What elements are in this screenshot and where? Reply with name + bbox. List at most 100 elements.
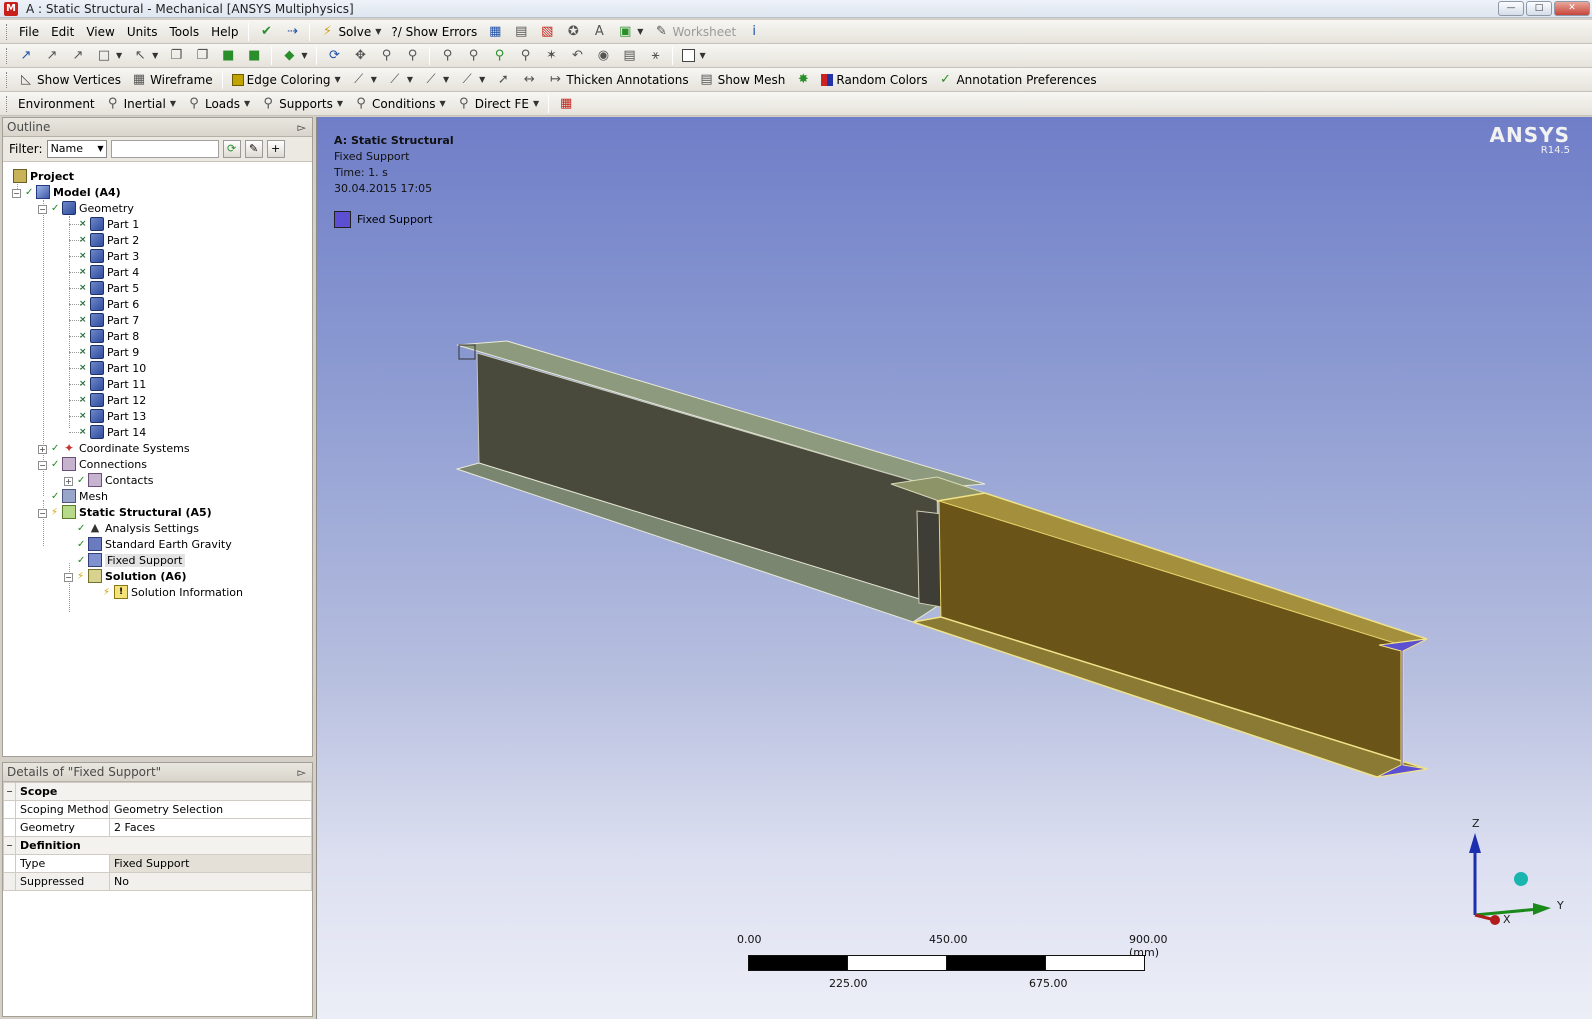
edge-style4-button[interactable]: ⟋ ▼	[454, 70, 490, 90]
pin-edge-button[interactable]: ➚	[490, 70, 516, 90]
menu-units[interactable]: Units	[121, 22, 164, 42]
thicken-annotations-button[interactable]: ↦ Thicken Annotations	[542, 70, 693, 90]
face-select-button[interactable]: ❐	[189, 46, 215, 66]
commands-button[interactable]: ▦	[553, 94, 579, 114]
tree-item-geometry[interactable]: ✓ Geometry	[51, 200, 134, 216]
i-beam-model[interactable]	[317, 117, 1592, 817]
info-button[interactable]: i	[741, 22, 767, 42]
worksheet-button[interactable]: ✎ Worksheet	[648, 22, 741, 42]
pin-icon[interactable]: ▻	[298, 118, 306, 137]
show-vertices-button[interactable]: ◺ Show Vertices	[13, 70, 126, 90]
thickness-button[interactable]: ↔	[516, 70, 542, 90]
edge-style2-button[interactable]: ⟋ ▼	[382, 70, 418, 90]
pointer-button[interactable]: ↖ ▼	[127, 46, 163, 66]
show-errors-button[interactable]: ?/ Show Errors	[386, 22, 482, 42]
expand-coordinate-systems[interactable]: +	[38, 445, 47, 454]
zoom-area-button[interactable]: ⚲	[460, 46, 486, 66]
maximize-button[interactable]: □	[1526, 1, 1552, 16]
tree-item-part-9[interactable]: × Part 9	[79, 344, 139, 360]
zoom-fit-button[interactable]: ⚲	[434, 46, 460, 66]
details-row-geometry[interactable]: Geometry 2 Faces	[3, 818, 312, 837]
expand-contacts[interactable]: +	[64, 477, 73, 486]
pan-button[interactable]: ✥	[347, 46, 373, 66]
edge-coloring-button[interactable]: Edge Coloring ▼	[227, 70, 346, 90]
collapse-icon[interactable]: −	[3, 836, 16, 855]
window-view-button[interactable]: ▤	[616, 46, 642, 66]
tree-item-part-4[interactable]: × Part 4	[79, 264, 139, 280]
collapse-model[interactable]: −	[12, 189, 21, 198]
pin-icon[interactable]: ▻	[298, 763, 306, 782]
report-icon-button[interactable]: ▦	[482, 22, 508, 42]
tree-item-part-5[interactable]: × Part 5	[79, 280, 139, 296]
tree-item-project[interactable]: Project	[13, 168, 74, 184]
tree-item-part-7[interactable]: × Part 7	[79, 312, 139, 328]
show-mesh-button[interactable]: ▤ Show Mesh	[694, 70, 791, 90]
clear-filter-button[interactable]: ✎	[244, 140, 263, 158]
image-icon-button[interactable]: ▣ ▼	[612, 22, 648, 42]
magnifier-button[interactable]: ⚲	[512, 46, 538, 66]
annotation-preferences-button[interactable]: ✓ Annotation Preferences	[932, 70, 1101, 90]
collapse-static-structural[interactable]: −	[38, 509, 47, 518]
menu-view[interactable]: View	[80, 22, 120, 42]
probe-icon-button[interactable]: ✪	[560, 22, 586, 42]
details-row-type[interactable]: Type Fixed Support	[3, 854, 312, 873]
tree-item-model[interactable]: ✓ Model (A4)	[25, 184, 121, 200]
tree-item-standard-earth-gravity[interactable]: ✓ Standard Earth Gravity	[77, 536, 232, 552]
menu-tools[interactable]: Tools	[164, 22, 206, 42]
solve-button[interactable]: ⚡ Solve ▼	[314, 22, 386, 42]
tree-item-part-2[interactable]: × Part 2	[79, 232, 139, 248]
tree-item-part-12[interactable]: × Part 12	[79, 392, 146, 408]
green-cube2-button[interactable]: ■	[241, 46, 267, 66]
menu-edit[interactable]: Edit	[45, 22, 80, 42]
menu-file[interactable]: File	[13, 22, 45, 42]
zoom-green-button[interactable]: ⚲	[486, 46, 512, 66]
tree-item-fixed-support[interactable]: ✓ Fixed Support	[77, 552, 185, 568]
axis-triad[interactable]: Z Y X	[1447, 817, 1567, 957]
conditions-button[interactable]: ⚲ Conditions ▼	[348, 94, 451, 114]
edge-style3-button[interactable]: ⟋ ▼	[418, 70, 454, 90]
wireframe-button[interactable]: ▦ Wireframe	[126, 70, 218, 90]
expand-all-button[interactable]: +	[266, 140, 285, 158]
body-select-button[interactable]: ❐	[163, 46, 189, 66]
details-group-scope[interactable]: − Scope	[3, 782, 312, 801]
tree-item-part-1[interactable]: × Part 1	[79, 216, 139, 232]
tree-item-solution[interactable]: ⚡ Solution (A6)	[77, 568, 187, 584]
edge-style1-button[interactable]: ⟋ ▼	[346, 70, 382, 90]
zoom-box-button[interactable]: ⚲	[399, 46, 425, 66]
label-button[interactable]: ⚹	[642, 46, 668, 66]
next-view-button[interactable]: ◉	[590, 46, 616, 66]
iso-view-button[interactable]: ✶	[538, 46, 564, 66]
tree-item-part-10[interactable]: × Part 10	[79, 360, 146, 376]
tree-item-part-6[interactable]: × Part 6	[79, 296, 139, 312]
check-button[interactable]: ✔	[253, 22, 279, 42]
select-edge-button[interactable]: ↗	[39, 46, 65, 66]
chart-icon-button[interactable]: ▤	[508, 22, 534, 42]
loads-button[interactable]: ⚲ Loads ▼	[181, 94, 255, 114]
tree-item-connections[interactable]: ✓ Connections	[51, 456, 147, 472]
explode-button[interactable]: ✸	[790, 70, 816, 90]
tree-item-part-3[interactable]: × Part 3	[79, 248, 139, 264]
previous-view-button[interactable]: ↶	[564, 46, 590, 66]
menu-help[interactable]: Help	[205, 22, 244, 42]
collapse-icon[interactable]: −	[3, 782, 16, 801]
tree-item-static-structural[interactable]: ⚡ Static Structural (A5)	[51, 504, 212, 520]
random-colors-button[interactable]: Random Colors	[816, 70, 932, 90]
select-tool-button[interactable]: ↗	[13, 46, 39, 66]
filter-input[interactable]	[110, 140, 219, 158]
tree-item-contacts[interactable]: ✓ Contacts	[77, 472, 154, 488]
tree-item-part-8[interactable]: × Part 8	[79, 328, 139, 344]
tree-item-part-11[interactable]: × Part 11	[79, 376, 146, 392]
viewport-layout-button[interactable]: ▼	[677, 46, 710, 66]
supports-button[interactable]: ⚲ Supports ▼	[255, 94, 348, 114]
details-group-definition[interactable]: − Definition	[3, 836, 312, 855]
extend-button[interactable]: ◆ ▼	[276, 46, 312, 66]
graph-icon-button[interactable]: ▧	[534, 22, 560, 42]
graphics-viewport[interactable]: A: Static Structural Fixed Support Time:…	[316, 117, 1592, 1019]
inertial-button[interactable]: ⚲ Inertial ▼	[100, 94, 181, 114]
minimize-button[interactable]: —	[1498, 1, 1524, 16]
tree-item-part-13[interactable]: × Part 13	[79, 408, 146, 424]
refresh-filter-button[interactable]: ⟳	[222, 140, 241, 158]
direct-fe-button[interactable]: ⚲ Direct FE ▼	[451, 94, 544, 114]
text-icon-button[interactable]: A	[586, 22, 612, 42]
details-row-suppressed[interactable]: Suppressed No	[3, 872, 312, 891]
